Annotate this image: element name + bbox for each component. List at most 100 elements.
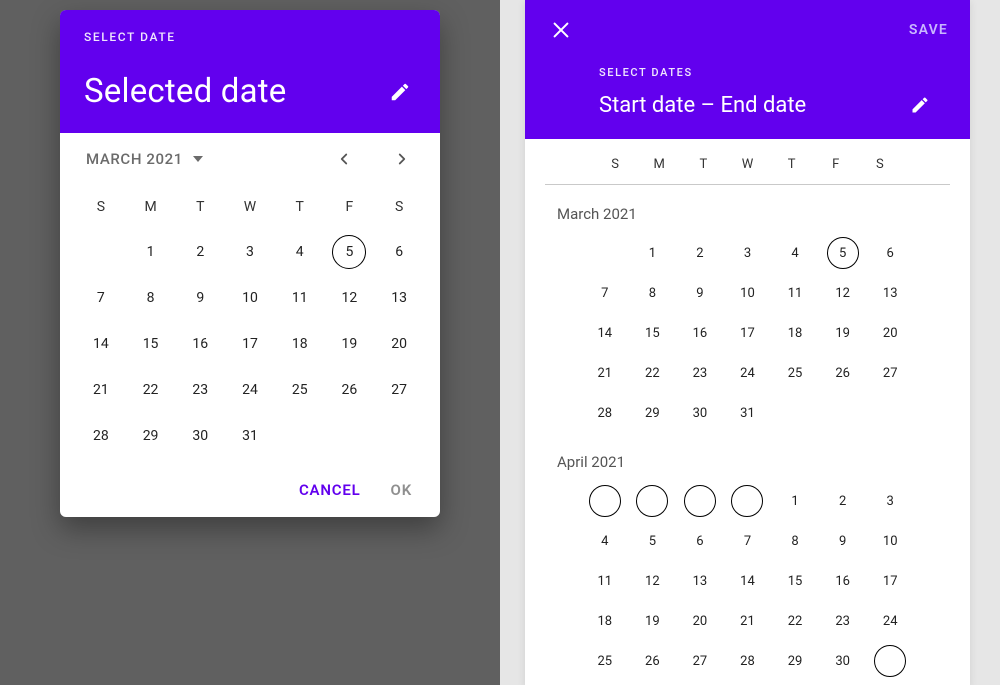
- day-cell[interactable]: 10: [225, 275, 275, 321]
- day-cell[interactable]: 1: [126, 229, 176, 275]
- day-cell[interactable]: 27: [374, 367, 424, 413]
- day-cell[interactable]: 25: [581, 641, 629, 681]
- next-month-button[interactable]: [390, 147, 414, 171]
- ok-button[interactable]: OK: [391, 481, 412, 499]
- day-cell[interactable]: 14: [581, 313, 629, 353]
- day-cell[interactable]: 13: [676, 561, 724, 601]
- day-cell[interactable]: 28: [581, 393, 629, 433]
- day-cell[interactable]: 12: [629, 561, 677, 601]
- day-cell[interactable]: 7: [76, 275, 126, 321]
- day-cell[interactable]: 17: [724, 313, 772, 353]
- day-cell[interactable]: 25: [275, 367, 325, 413]
- day-cell[interactable]: 2: [175, 229, 225, 275]
- day-cell[interactable]: 21: [581, 353, 629, 393]
- day-cell[interactable]: 28: [724, 641, 772, 681]
- day-cell[interactable]: 29: [771, 641, 819, 681]
- day-cell[interactable]: 6: [374, 229, 424, 275]
- day-cell[interactable]: 13: [866, 273, 914, 313]
- day-cell[interactable]: 4: [771, 233, 819, 273]
- day-cell[interactable]: 5: [325, 229, 375, 275]
- edit-range-button[interactable]: [904, 89, 936, 121]
- day-cell[interactable]: 22: [771, 601, 819, 641]
- day-cell[interactable]: 31: [724, 393, 772, 433]
- day-cell[interactable]: 10: [724, 273, 772, 313]
- day-cell[interactable]: 4: [581, 521, 629, 561]
- day-cell[interactable]: 22: [629, 353, 677, 393]
- day-cell[interactable]: 24: [225, 367, 275, 413]
- day-cell[interactable]: 23: [175, 367, 225, 413]
- day-cell[interactable]: 8: [771, 521, 819, 561]
- day-cell[interactable]: 3: [724, 233, 772, 273]
- day-cell[interactable]: 1: [771, 481, 819, 521]
- day-cell[interactable]: 19: [325, 321, 375, 367]
- day-cell[interactable]: 9: [819, 521, 867, 561]
- day-cell[interactable]: 5: [819, 233, 867, 273]
- day-cell[interactable]: 11: [771, 273, 819, 313]
- day-cell[interactable]: 18: [581, 601, 629, 641]
- day-cell[interactable]: 27: [866, 353, 914, 393]
- day-cell[interactable]: 16: [819, 561, 867, 601]
- day-cell[interactable]: 24: [866, 601, 914, 641]
- range-month-list[interactable]: March 2021123456789101112131415161718192…: [525, 185, 970, 685]
- day-cell[interactable]: 8: [629, 273, 677, 313]
- day-cell[interactable]: 22: [126, 367, 176, 413]
- day-cell[interactable]: 28: [76, 413, 126, 459]
- day-cell[interactable]: 12: [325, 275, 375, 321]
- day-cell[interactable]: 21: [76, 367, 126, 413]
- day-cell[interactable]: 30: [819, 641, 867, 681]
- day-cell[interactable]: 15: [771, 561, 819, 601]
- save-button[interactable]: SAVE: [909, 22, 948, 38]
- prev-month-button[interactable]: [332, 147, 356, 171]
- day-cell[interactable]: 11: [275, 275, 325, 321]
- day-cell[interactable]: 3: [866, 481, 914, 521]
- day-cell[interactable]: 9: [676, 273, 724, 313]
- day-cell[interactable]: 13: [374, 275, 424, 321]
- day-cell[interactable]: 8: [126, 275, 176, 321]
- day-cell[interactable]: 16: [676, 313, 724, 353]
- day-cell[interactable]: 10: [866, 521, 914, 561]
- day-cell[interactable]: 4: [275, 229, 325, 275]
- day-cell[interactable]: 11: [581, 561, 629, 601]
- day-cell[interactable]: 15: [629, 313, 677, 353]
- day-cell[interactable]: 12: [819, 273, 867, 313]
- day-cell[interactable]: 2: [819, 481, 867, 521]
- day-cell[interactable]: 5: [629, 521, 677, 561]
- day-cell[interactable]: 25: [771, 353, 819, 393]
- day-cell[interactable]: 17: [225, 321, 275, 367]
- day-cell[interactable]: 20: [676, 601, 724, 641]
- day-cell[interactable]: 30: [175, 413, 225, 459]
- day-cell[interactable]: 19: [629, 601, 677, 641]
- day-cell[interactable]: 23: [819, 601, 867, 641]
- day-cell[interactable]: 26: [629, 641, 677, 681]
- cancel-button[interactable]: CANCEL: [299, 481, 361, 499]
- day-cell[interactable]: 3: [225, 229, 275, 275]
- day-cell[interactable]: 17: [866, 561, 914, 601]
- day-cell[interactable]: 20: [374, 321, 424, 367]
- day-cell[interactable]: 9: [175, 275, 225, 321]
- day-cell[interactable]: 6: [866, 233, 914, 273]
- day-cell[interactable]: 21: [724, 601, 772, 641]
- day-cell[interactable]: 7: [581, 273, 629, 313]
- day-cell[interactable]: 24: [724, 353, 772, 393]
- day-cell[interactable]: 18: [275, 321, 325, 367]
- day-cell[interactable]: 29: [629, 393, 677, 433]
- day-cell[interactable]: 23: [676, 353, 724, 393]
- day-cell[interactable]: 26: [819, 353, 867, 393]
- day-cell[interactable]: 2: [676, 233, 724, 273]
- day-cell[interactable]: 1: [629, 233, 677, 273]
- day-cell[interactable]: 18: [771, 313, 819, 353]
- day-cell[interactable]: 20: [866, 313, 914, 353]
- day-cell[interactable]: 15: [126, 321, 176, 367]
- day-cell[interactable]: 27: [676, 641, 724, 681]
- day-cell[interactable]: 26: [325, 367, 375, 413]
- close-button[interactable]: [547, 16, 575, 44]
- day-cell[interactable]: 30: [676, 393, 724, 433]
- day-cell[interactable]: 16: [175, 321, 225, 367]
- day-cell[interactable]: 14: [76, 321, 126, 367]
- day-cell[interactable]: 19: [819, 313, 867, 353]
- edit-date-button[interactable]: [384, 76, 416, 108]
- day-cell[interactable]: 14: [724, 561, 772, 601]
- day-cell[interactable]: 31: [225, 413, 275, 459]
- day-cell[interactable]: 6: [676, 521, 724, 561]
- day-cell[interactable]: 29: [126, 413, 176, 459]
